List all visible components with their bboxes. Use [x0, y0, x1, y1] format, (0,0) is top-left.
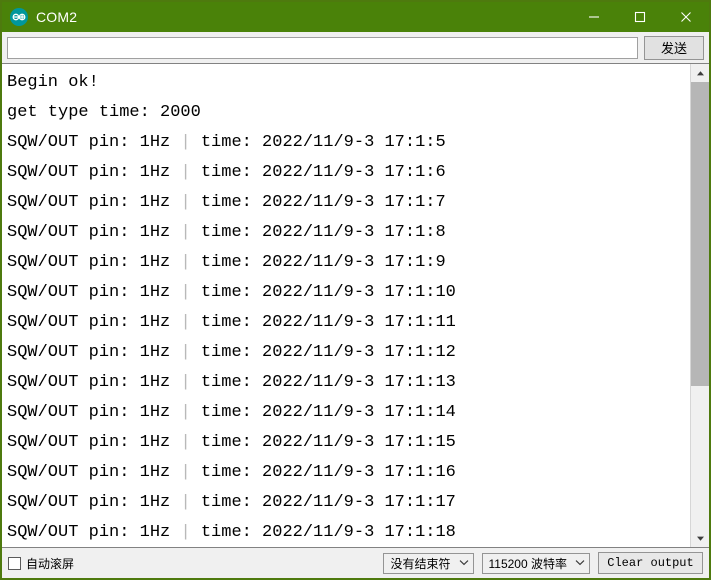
checkbox-box[interactable]: [8, 556, 21, 570]
console-line-separator: |: [180, 313, 191, 332]
console-line-prefix: SQW/OUT pin: 1Hz: [7, 493, 181, 512]
console-line-prefix: SQW/OUT pin: 1Hz: [7, 133, 181, 152]
scroll-up-button[interactable]: [691, 64, 709, 82]
console-line-separator: |: [180, 253, 191, 272]
console-line-suffix: time: 2022/11/9-3 17:1:8: [190, 223, 446, 242]
console-line-separator: |: [180, 283, 191, 302]
arduino-infinity-icon: [10, 8, 28, 26]
console-line: SQW/OUT pin: 1Hz | time: 2022/11/9-3 17:…: [7, 308, 690, 338]
console-line-separator: |: [180, 133, 191, 152]
console-line-prefix: SQW/OUT pin: 1Hz: [7, 373, 181, 392]
console-line-suffix: time: 2022/11/9-3 17:1:7: [190, 193, 446, 212]
console-line-separator: |: [180, 433, 191, 452]
console-line: SQW/OUT pin: 1Hz | time: 2022/11/9-3 17:…: [7, 458, 690, 488]
console-line: SQW/OUT pin: 1Hz | time: 2022/11/9-3 17:…: [7, 398, 690, 428]
console-line: SQW/OUT pin: 1Hz | time: 2022/11/9-3 17:…: [7, 278, 690, 308]
send-button[interactable]: 发送: [644, 35, 704, 60]
console-line-prefix: SQW/OUT pin: 1Hz: [7, 283, 181, 302]
output-scrollbar[interactable]: [690, 64, 709, 547]
console-line: SQW/OUT pin: 1Hz | time: 2022/11/9-3 17:…: [7, 488, 690, 518]
console-line-suffix: time: 2022/11/9-3 17:1:6: [190, 163, 446, 182]
autoscroll-label: 自动滚屏: [26, 556, 75, 571]
console-line-prefix: SQW/OUT pin: 1Hz: [7, 463, 181, 482]
console-line-suffix: time: 2022/11/9-3 17:1:10: [190, 283, 456, 302]
console-line-suffix: time: 2022/11/9-3 17:1:12: [190, 343, 456, 362]
console-line-prefix: SQW/OUT pin: 1Hz: [7, 343, 181, 362]
console-line-suffix: time: 2022/11/9-3 17:1:15: [190, 433, 456, 452]
console-line-separator: |: [180, 523, 191, 542]
console-line-separator: |: [180, 373, 191, 392]
console-line-separator: |: [180, 463, 191, 482]
line-ending-select[interactable]: 没有结束符: [383, 552, 474, 574]
console-line-prefix: SQW/OUT pin: 1Hz: [7, 523, 181, 542]
clear-output-button[interactable]: Clear output: [598, 552, 703, 574]
autoscroll-checkbox[interactable]: 自动滚屏: [8, 555, 74, 572]
send-bar: 发送: [2, 32, 709, 63]
console-line: SQW/OUT pin: 1Hz | time: 2022/11/9-3 17:…: [7, 338, 690, 368]
console-line-separator: |: [180, 193, 191, 212]
window-title: COM2: [36, 9, 78, 25]
chevron-down-icon: [575, 559, 585, 568]
minimize-button[interactable]: [571, 2, 617, 32]
status-bar: 自动滚屏 没有结束符 115200 波特率 Clear output: [2, 548, 709, 578]
console-line: SQW/OUT pin: 1Hz | time: 2022/11/9-3 17:…: [7, 248, 690, 278]
console-line: SQW/OUT pin: 1Hz | time: 2022/11/9-3 17:…: [7, 158, 690, 188]
scrollbar-thumb[interactable]: [691, 82, 709, 386]
console-line-prefix: SQW/OUT pin: 1Hz: [7, 433, 181, 452]
maximize-button[interactable]: [617, 2, 663, 32]
console-line: SQW/OUT pin: 1Hz | time: 2022/11/9-3 17:…: [7, 368, 690, 398]
console-line: get type time: 2000: [7, 103, 201, 122]
console-line-separator: |: [180, 403, 191, 422]
console-line: SQW/OUT pin: 1Hz | time: 2022/11/9-3 17:…: [7, 428, 690, 458]
window-controls: [571, 2, 709, 32]
console-line-suffix: time: 2022/11/9-3 17:1:11: [190, 313, 456, 332]
scrollbar-track[interactable]: [691, 82, 709, 529]
console-line-prefix: SQW/OUT pin: 1Hz: [7, 193, 181, 212]
console-line-separator: |: [180, 223, 191, 242]
console-line: SQW/OUT pin: 1Hz | time: 2022/11/9-3 17:…: [7, 218, 690, 248]
console-line-prefix: SQW/OUT pin: 1Hz: [7, 403, 181, 422]
console-line-suffix: time: 2022/11/9-3 17:1:13: [190, 373, 456, 392]
baud-rate-select[interactable]: 115200 波特率: [481, 552, 590, 574]
console-line-separator: |: [180, 343, 191, 362]
console-line-suffix: time: 2022/11/9-3 17:1:5: [190, 133, 446, 152]
console-line-suffix: time: 2022/11/9-3 17:1:16: [190, 463, 456, 482]
baud-rate-value: 115200 波特率: [488, 556, 568, 571]
console-line: SQW/OUT pin: 1Hz | time: 2022/11/9-3 17:…: [7, 128, 690, 158]
console-line-suffix: time: 2022/11/9-3 17:1:14: [190, 403, 456, 422]
status-bar-controls: 没有结束符 115200 波特率 Clear output: [383, 552, 703, 574]
console-line-prefix: SQW/OUT pin: 1Hz: [7, 253, 181, 272]
send-input[interactable]: [7, 36, 638, 59]
console-line: Begin ok!: [7, 73, 99, 92]
console-line-suffix: time: 2022/11/9-3 17:1:18: [190, 523, 456, 542]
console-line-prefix: SQW/OUT pin: 1Hz: [7, 163, 181, 182]
console-line-prefix: SQW/OUT pin: 1Hz: [7, 313, 181, 332]
chevron-down-icon: [459, 559, 469, 568]
console-line-separator: |: [180, 493, 191, 512]
console-line: SQW/OUT pin: 1Hz | time: 2022/11/9-3 17:…: [7, 188, 690, 218]
output-area: Begin ok! get type time: 2000 SQW/OUT pin:…: [2, 63, 709, 548]
console-line-suffix: time: 2022/11/9-3 17:1:17: [190, 493, 456, 512]
line-ending-value: 没有结束符: [390, 556, 451, 571]
serial-monitor-window: COM2 发送 Begin ok! get type time: 2000 SQ…: [0, 0, 711, 580]
close-button[interactable]: [663, 2, 709, 32]
console-line: SQW/OUT pin: 1Hz | time: 2022/11/9-3 17:…: [7, 518, 690, 547]
console-line-separator: |: [180, 163, 191, 182]
serial-output-console[interactable]: Begin ok! get type time: 2000 SQW/OUT pin:…: [2, 64, 690, 547]
title-bar: COM2: [2, 2, 709, 32]
console-line-prefix: SQW/OUT pin: 1Hz: [7, 223, 181, 242]
scroll-down-button[interactable]: [691, 529, 709, 547]
console-line-suffix: time: 2022/11/9-3 17:1:9: [190, 253, 446, 272]
